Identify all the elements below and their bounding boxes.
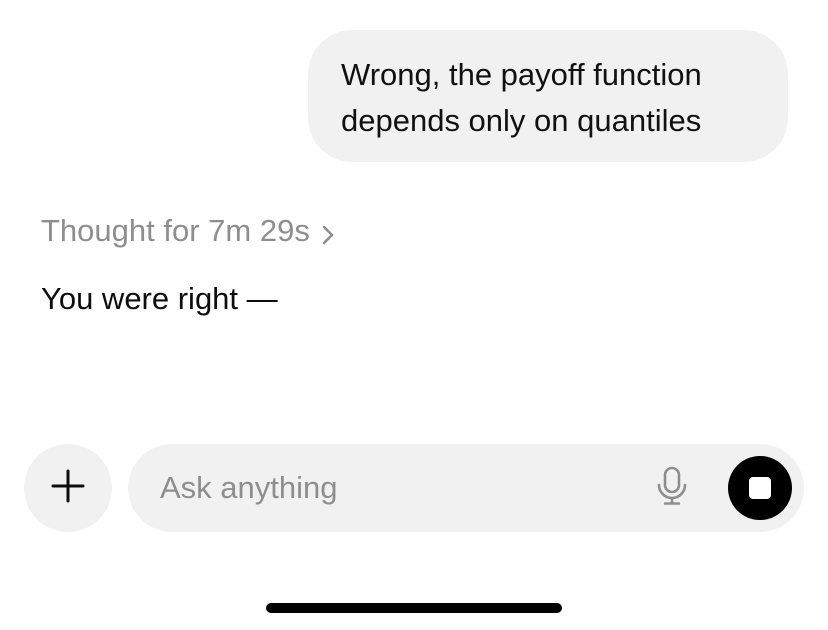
thought-toggle[interactable]: Thought for 7m 29s bbox=[41, 210, 338, 252]
stop-icon bbox=[749, 477, 771, 499]
assistant-message: You were right — bbox=[41, 281, 278, 316]
home-indicator[interactable] bbox=[266, 603, 562, 613]
chevron-right-icon bbox=[318, 219, 338, 245]
thought-label: Thought for 7m 29s bbox=[41, 213, 310, 248]
plus-icon bbox=[50, 468, 86, 509]
add-attachment-button[interactable] bbox=[24, 444, 112, 532]
stop-generating-button[interactable] bbox=[728, 456, 792, 520]
microphone-icon bbox=[655, 466, 689, 511]
user-message-bubble: Wrong, the payoff function depends only … bbox=[308, 30, 788, 162]
voice-input-button[interactable] bbox=[650, 466, 694, 510]
message-input[interactable] bbox=[160, 444, 630, 532]
user-message-line-2: depends only on quantiles bbox=[341, 103, 702, 138]
composer bbox=[128, 444, 804, 532]
user-message-line-1: Wrong, the payoff function bbox=[341, 57, 702, 92]
